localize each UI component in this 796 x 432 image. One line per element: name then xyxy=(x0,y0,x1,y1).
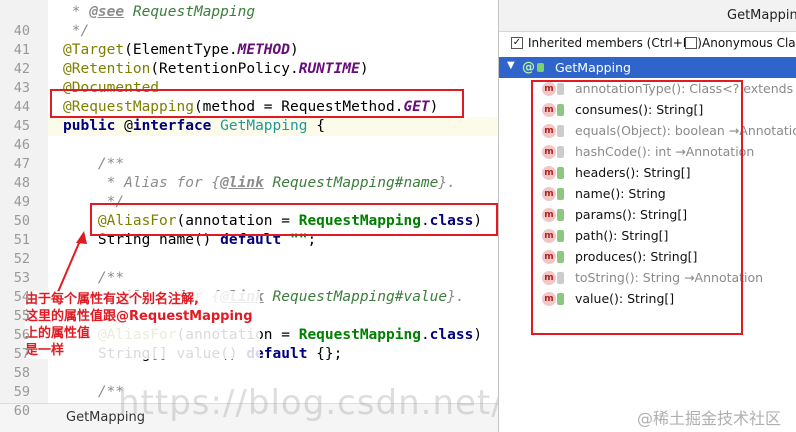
line-number: 58 xyxy=(13,365,30,381)
line-number: 48 xyxy=(13,175,30,191)
line-number: 52 xyxy=(13,251,30,267)
line-number: 47 xyxy=(13,156,30,172)
anonymous-classes-checkbox[interactable] xyxy=(685,37,697,49)
line-number: 45 xyxy=(13,118,30,134)
inherited-members-checkbox[interactable]: ✓ xyxy=(511,37,523,49)
annotation-note-line: 是一样 xyxy=(25,343,65,358)
annotation-arrow xyxy=(57,231,87,293)
line-number: 49 xyxy=(13,194,30,210)
popup-title-bar: GetMapping xyxy=(499,0,796,32)
line-number: 44 xyxy=(13,99,30,115)
line-number: 46 xyxy=(13,137,30,153)
annotation-note: 由于每个属性有这个别名注解, 这里的属性值跟@RequestMapping 上的… xyxy=(25,291,260,359)
line-number: 41 xyxy=(13,42,30,58)
expand-down-icon[interactable]: ▼ xyxy=(507,60,515,71)
line-number: 50 xyxy=(13,213,30,229)
structure-popup[interactable]: GetMapping ✓ Inherited members (Ctrl+F3)… xyxy=(498,0,796,432)
anonymous-classes-label[interactable]: Anonymous Classes xyxy=(702,36,796,50)
watermark-juejin: @稀土掘金技术社区 xyxy=(637,409,782,428)
popup-options: ✓ Inherited members (Ctrl+F3) Anonymous … xyxy=(499,32,796,56)
tree-root-getmapping[interactable]: ▼ @ GetMapping xyxy=(499,57,796,78)
annotation-type-icon: @ xyxy=(522,60,535,75)
line-number: 60 xyxy=(13,403,30,419)
popup-title: GetMapping xyxy=(727,8,796,23)
line-number: 55 xyxy=(13,308,30,324)
highlight-box-members xyxy=(531,80,743,335)
line-number: 42 xyxy=(13,61,30,77)
line-number: 51 xyxy=(13,232,30,248)
watermark-url: https://blog.csdn.net/w xyxy=(118,383,498,423)
annotation-note-line: 由于每个属性有这个别名注解, xyxy=(25,292,199,307)
annotation-note-line: 上的属性值 xyxy=(25,326,91,341)
public-access-icon xyxy=(537,63,544,72)
line-number: 40 xyxy=(13,23,30,39)
inherited-members-label[interactable]: Inherited members (Ctrl+F3) xyxy=(528,36,702,50)
line-number: 43 xyxy=(13,80,30,96)
code-editor[interactable]: * @see RequestMapping */@Target(ElementT… xyxy=(0,0,498,432)
line-number: 56 xyxy=(13,327,30,343)
tree-root-label: GetMapping xyxy=(555,60,631,75)
line-number: 54 xyxy=(13,289,30,305)
annotation-note-line: 这里的属性值跟@RequestMapping xyxy=(25,309,253,324)
line-number: 53 xyxy=(13,270,30,286)
line-number: 59 xyxy=(13,384,30,400)
line-number: 57 xyxy=(13,346,30,362)
